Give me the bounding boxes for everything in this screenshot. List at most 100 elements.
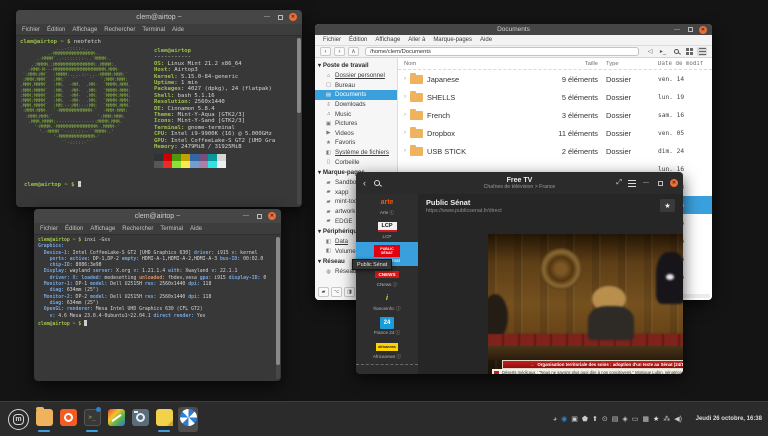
terminal-body[interactable]: clem@airtop ~ $ neofetch ...-:::::-... .… (16, 36, 302, 207)
close-icon[interactable]: ✕ (670, 179, 678, 187)
sidebar-item-pictures[interactable]: ▣Pictures (315, 119, 397, 129)
menu-item[interactable]: Édition (65, 226, 83, 232)
sidebar-item-syst-me-de-fichiers[interactable]: ◧Système de fichiers (315, 148, 397, 158)
expander-icon[interactable]: › (404, 94, 406, 100)
menu-item[interactable]: Aide (172, 27, 184, 33)
close-icon[interactable]: ✕ (268, 212, 276, 220)
messages-icon[interactable]: ◈ (622, 416, 627, 423)
launcher-hypnotix[interactable] (178, 407, 198, 432)
location-icon[interactable]: ⊙ (602, 416, 608, 423)
forward-button[interactable]: › (334, 47, 345, 56)
minimize-icon[interactable]: — (642, 179, 650, 187)
table-row[interactable]: ›Japanese9 élémentsDossierven. 14 (398, 70, 712, 88)
upload-icon[interactable]: ⬆ (592, 416, 598, 423)
sidebar-item-dossier-personnel[interactable]: ⌂Dossier personnel (315, 71, 397, 81)
table-row[interactable]: ›French3 élémentsDossiersam. 16 (398, 106, 712, 124)
expander-icon[interactable]: › (404, 130, 406, 136)
table-row[interactable]: ›USB STICK2 élémentsDossierdim. 24 (398, 142, 712, 160)
column-name[interactable]: Nom (398, 61, 546, 67)
workspace-icon[interactable]: ▦ (642, 416, 649, 423)
notes-applet-icon[interactable]: ▤ (612, 416, 619, 423)
scrollbar[interactable] (297, 38, 301, 205)
weather-icon[interactable]: ◕ (553, 416, 557, 423)
sidebar-item-downloads[interactable]: ⇩Downloads (315, 100, 397, 110)
menu-item[interactable]: Affichage (90, 226, 115, 232)
menu-icon[interactable] (628, 180, 636, 187)
tv-player-window[interactable]: ‹ Free TV Chaînes de télévision > France… (356, 172, 683, 374)
table-row[interactable]: ›Dropbox11 élémentsDossierven. 05 (398, 124, 712, 142)
favorites-icon[interactable]: ★ (653, 416, 659, 423)
sidebar-item-favoris[interactable]: ★Favoris (315, 138, 397, 148)
sidebar-item-corbeille[interactable]: ▯Corbeille (315, 157, 397, 167)
channel-item-lcp[interactable]: LCPLCP (356, 218, 418, 242)
search-icon[interactable] (374, 180, 380, 186)
menu-item[interactable]: Fichier (40, 226, 58, 232)
terminal-body[interactable]: clem@airtop ~ $ inxi -GxxGraphics: Devic… (34, 235, 281, 381)
list-view-icon[interactable] (697, 47, 707, 56)
launcher-drawing[interactable] (106, 407, 126, 432)
devices-toggle-icon[interactable]: ◨ (344, 287, 355, 297)
launcher-firefox[interactable] (58, 407, 78, 432)
column-type[interactable]: Type (606, 61, 658, 67)
launcher-files[interactable] (34, 407, 54, 432)
minimize-icon[interactable]: — (673, 26, 681, 34)
favorite-star-button[interactable]: ★ (660, 199, 675, 212)
column-size[interactable]: Taille (546, 61, 606, 67)
sidebar-item-bureau[interactable]: ▢Bureau (315, 81, 397, 91)
maximize-icon[interactable] (255, 212, 263, 220)
menu-item[interactable]: Édition (349, 37, 367, 43)
search-icon[interactable] (671, 47, 681, 56)
clock[interactable]: Jeudi 26 octobre, 16:38 (696, 402, 762, 436)
terminal-titlebar[interactable]: clem@airtop ~ — ✕ (34, 209, 281, 223)
menu-item[interactable]: Aide (190, 226, 202, 232)
maximize-icon[interactable] (276, 13, 284, 21)
menu-item[interactable]: Fichier (323, 37, 341, 43)
sidebar-item-videos[interactable]: ▶Videos (315, 129, 397, 139)
menu-item[interactable]: Rechercher (122, 226, 153, 232)
channel-item-france-24[interactable]: 24France 24 ⓘ (356, 314, 418, 338)
printer-icon[interactable]: ▭ (632, 416, 639, 423)
tv-headerbar[interactable]: ‹ Free TV Chaînes de télévision > France… (356, 172, 683, 194)
channel-item-africanews[interactable]: africanewsAfricanews ⓘ (356, 338, 418, 362)
terminal-window-neofetch[interactable]: clem@airtop ~ — ✕ FichierÉditionAffichag… (16, 10, 302, 207)
bluetooth-icon[interactable]: ◉ (561, 416, 567, 423)
menu-item[interactable]: Terminal (160, 226, 183, 232)
sidebar-item-music[interactable]: ♫Music (315, 109, 397, 119)
launcher-screenshot[interactable] (130, 407, 150, 432)
menu-item[interactable]: Aller à (408, 37, 425, 43)
scrollbar[interactable] (276, 237, 280, 379)
terminal-window-inxi[interactable]: clem@airtop ~ — ✕ Fichier Édition Affichag… (34, 209, 281, 381)
launcher-notes[interactable] (154, 407, 174, 432)
maximize-icon[interactable] (656, 179, 664, 187)
menu-item[interactable]: Terminal (142, 27, 165, 33)
volume-icon[interactable]: ◀) (674, 416, 682, 423)
channel-item-arte[interactable]: arteArte ⓘ (356, 194, 418, 218)
icon-view-icon[interactable] (684, 47, 694, 56)
launcher-terminal[interactable]: >_ (82, 407, 102, 432)
menu-item[interactable]: Rechercher (104, 27, 135, 33)
toggle-location-icon[interactable]: ◁ (645, 47, 655, 56)
column-headers[interactable]: Nom Taille Type Date de modif (398, 58, 712, 70)
close-icon[interactable]: ✕ (699, 26, 707, 34)
column-date[interactable]: Date de modif (658, 61, 712, 67)
table-row[interactable]: ›SHELLS5 élémentsDossierlun. 19 (398, 88, 712, 106)
expander-icon[interactable]: › (404, 76, 406, 82)
update-shield-icon[interactable]: ⬟ (582, 416, 588, 423)
close-icon[interactable]: ✕ (289, 13, 297, 21)
file-manager-titlebar[interactable]: Documents — ✕ (315, 24, 712, 35)
menu-item[interactable]: Édition (47, 27, 65, 33)
up-button[interactable]: ∧ (348, 47, 359, 56)
terminal-titlebar[interactable]: clem@airtop ~ — ✕ (16, 10, 302, 24)
sidebar-item-documents[interactable]: ▤Documents (315, 90, 397, 100)
fullscreen-icon[interactable]: ⤢ (616, 179, 622, 187)
path-input[interactable]: /home/clem/Documents (365, 47, 639, 56)
minimize-icon[interactable]: — (242, 212, 250, 220)
back-button[interactable]: ‹ (320, 47, 331, 56)
tree-toggle-icon[interactable]: ⌥ (331, 287, 342, 297)
terminal-icon[interactable]: ▸_ (658, 47, 668, 56)
menu-item[interactable]: Affichage (72, 27, 97, 33)
sidebar-section-poste-de-travail[interactable]: ▾ Poste de travail (315, 60, 397, 71)
back-icon[interactable]: ‹ (363, 178, 366, 188)
clipboard-icon[interactable]: ▣ (571, 416, 578, 423)
mint-menu-button[interactable]: m (8, 409, 29, 430)
